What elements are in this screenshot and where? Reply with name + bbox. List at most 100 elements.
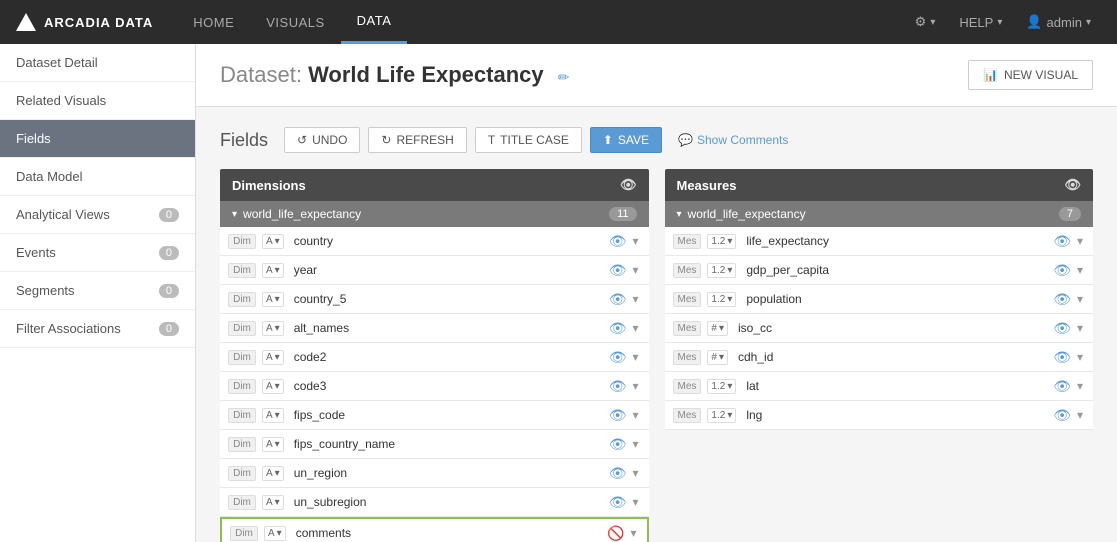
mes-subtype-iso-cc[interactable]: # ▾: [707, 321, 728, 336]
dim-caret-un-subregion[interactable]: ▾: [630, 493, 640, 511]
mes-caret-gdp-per-capita[interactable]: ▾: [1075, 261, 1085, 279]
admin-label: admin: [1047, 15, 1082, 30]
mes-caret-lng[interactable]: ▾: [1075, 406, 1085, 424]
user-icon: 👤: [1026, 14, 1042, 30]
mes-subtype-population[interactable]: 1.2 ▾: [707, 292, 736, 307]
mes-eye-life-expectancy[interactable]: 👁: [1053, 233, 1071, 250]
sidebar-item-events[interactable]: Events 0: [0, 234, 195, 272]
mes-name-lng: lng: [742, 408, 1047, 422]
dim-eye-un-subregion[interactable]: 👁: [609, 494, 627, 511]
dim-subtype-code2[interactable]: A ▾: [262, 350, 284, 365]
dim-caret-country5[interactable]: ▾: [630, 290, 640, 308]
sidebar-item-segments[interactable]: Segments 0: [0, 272, 195, 310]
dim-actions-fips-code: 👁 ▾: [609, 406, 641, 424]
gear-icon: ⚙: [915, 14, 927, 30]
dim-eye-fips-country-name[interactable]: 👁: [609, 436, 627, 453]
dim-eye-year[interactable]: 👁: [609, 262, 627, 279]
dim-caret-country[interactable]: ▾: [630, 232, 640, 250]
settings-nav-item[interactable]: ⚙ ▾: [905, 0, 946, 44]
dim-caret-un-region[interactable]: ▾: [630, 464, 640, 482]
dim-eye-fips-code[interactable]: 👁: [609, 407, 627, 424]
dim-eye-alt-names[interactable]: 👁: [609, 320, 627, 337]
sidebar-item-fields[interactable]: Fields: [0, 120, 195, 158]
mes-eye-population[interactable]: 👁: [1053, 291, 1071, 308]
dim-badge-un-region: Dim: [228, 466, 256, 481]
nav-home[interactable]: HOME: [177, 0, 250, 44]
dim-subtype-year[interactable]: A ▾: [262, 263, 284, 278]
sidebar-item-related-visuals[interactable]: Related Visuals: [0, 82, 195, 120]
mes-subtype-cdh-id[interactable]: # ▾: [707, 350, 728, 365]
sidebar-item-analytical-views[interactable]: Analytical Views 0: [0, 196, 195, 234]
dim-subtype-code3[interactable]: A ▾: [262, 379, 284, 394]
new-visual-icon: 📊: [983, 68, 998, 82]
dim-caret-fips-code[interactable]: ▾: [630, 406, 640, 424]
help-nav-item[interactable]: HELP ▾: [949, 0, 1012, 44]
edit-icon[interactable]: ✏: [558, 69, 570, 85]
nav-visuals[interactable]: VISUALS: [250, 0, 340, 44]
dim-subtype-country5[interactable]: A ▾: [262, 292, 284, 307]
dim-subtype-country[interactable]: A ▾: [262, 234, 284, 249]
dim-caret-year[interactable]: ▾: [630, 261, 640, 279]
dimensions-group-row: ▾ world_life_expectancy 11: [220, 201, 649, 227]
mes-eye-lng[interactable]: 👁: [1053, 407, 1071, 424]
dim-caret-comments[interactable]: ▾: [628, 524, 638, 542]
show-comments-link[interactable]: 💬 Show Comments: [678, 133, 788, 147]
dim-caret-code3[interactable]: ▾: [630, 377, 640, 395]
dim-subtype-comments[interactable]: A ▾: [264, 526, 286, 541]
dim-row-country5: Dim A ▾ country_5 👁 ▾: [220, 285, 649, 314]
dim-subtype-alt-names[interactable]: A ▾: [262, 321, 284, 336]
mes-subtype-lng[interactable]: 1.2 ▾: [707, 408, 736, 423]
dim-eye-country5[interactable]: 👁: [609, 291, 627, 308]
sidebar-item-filter-associations[interactable]: Filter Associations 0: [0, 310, 195, 348]
mes-eye-cdh-id[interactable]: 👁: [1053, 349, 1071, 366]
dimensions-column: Dimensions 👁 ▾ world_life_expectancy 11 …: [220, 169, 649, 542]
nav-right: ⚙ ▾ HELP ▾ 👤 admin ▾: [905, 0, 1101, 44]
dimensions-group-caret[interactable]: ▾: [232, 209, 237, 220]
dim-subtype-fips-country-name[interactable]: A ▾: [262, 437, 284, 452]
admin-nav-item[interactable]: 👤 admin ▾: [1016, 0, 1101, 44]
dim-caret-alt-names[interactable]: ▾: [630, 319, 640, 337]
mes-caret-lat[interactable]: ▾: [1075, 377, 1085, 395]
layout: Dataset Detail Related Visuals Fields Da…: [0, 44, 1117, 542]
dim-eye-code2[interactable]: 👁: [609, 349, 627, 366]
mes-subtype-life-expectancy[interactable]: 1.2 ▾: [707, 234, 736, 249]
sidebar-item-dataset-detail[interactable]: Dataset Detail: [0, 44, 195, 82]
dim-subtype-fips-code[interactable]: A ▾: [262, 408, 284, 423]
mes-eye-iso-cc[interactable]: 👁: [1053, 320, 1071, 337]
dim-caret-fips-country-name[interactable]: ▾: [630, 435, 640, 453]
dim-eye-code3[interactable]: 👁: [609, 378, 627, 395]
dim-row-un-region: Dim A ▾ un_region 👁 ▾: [220, 459, 649, 488]
dim-subtype-un-subregion[interactable]: A ▾: [262, 495, 284, 510]
dim-subtype-un-region[interactable]: A ▾: [262, 466, 284, 481]
mes-eye-gdp-per-capita[interactable]: 👁: [1053, 262, 1071, 279]
mes-subtype-lat[interactable]: 1.2 ▾: [707, 379, 736, 394]
dimensions-eye-icon[interactable]: 👁: [620, 177, 637, 193]
measures-group-caret[interactable]: ▾: [677, 209, 682, 220]
mes-actions-iso-cc: 👁 ▾: [1053, 319, 1085, 337]
nav-data[interactable]: DATA: [341, 0, 408, 44]
mes-caret-population[interactable]: ▾: [1075, 290, 1085, 308]
dim-eye-un-region[interactable]: 👁: [609, 465, 627, 482]
measures-eye-icon[interactable]: 👁: [1064, 177, 1081, 193]
dim-eye-comments[interactable]: 🚫: [607, 525, 624, 542]
dim-caret-code2[interactable]: ▾: [630, 348, 640, 366]
mes-eye-lat[interactable]: 👁: [1053, 378, 1071, 395]
mes-subtype-gdp-per-capita[interactable]: 1.2 ▾: [707, 263, 736, 278]
undo-button[interactable]: ↺ UNDO: [284, 127, 360, 153]
sidebar-item-data-model[interactable]: Data Model: [0, 158, 195, 196]
refresh-button[interactable]: ↻ REFRESH: [368, 127, 466, 153]
dim-eye-country[interactable]: 👁: [609, 233, 627, 250]
dim-badge-country: Dim: [228, 234, 256, 249]
mes-badge-iso-cc: Mes: [673, 321, 702, 336]
mes-badge-gdp-per-capita: Mes: [673, 263, 702, 278]
sidebar-label-fields: Fields: [16, 131, 51, 146]
title-case-button[interactable]: T TITLE CASE: [475, 127, 582, 153]
mes-caret-iso-cc[interactable]: ▾: [1075, 319, 1085, 337]
title-case-icon: T: [488, 133, 495, 147]
measures-group-name: world_life_expectancy: [688, 207, 806, 221]
mes-caret-cdh-id[interactable]: ▾: [1075, 348, 1085, 366]
new-visual-button[interactable]: 📊 NEW VISUAL: [968, 60, 1093, 90]
mes-caret-life-expectancy[interactable]: ▾: [1075, 232, 1085, 250]
mes-name-gdp-per-capita: gdp_per_capita: [742, 263, 1047, 277]
save-button[interactable]: ⬆ SAVE: [590, 127, 662, 153]
